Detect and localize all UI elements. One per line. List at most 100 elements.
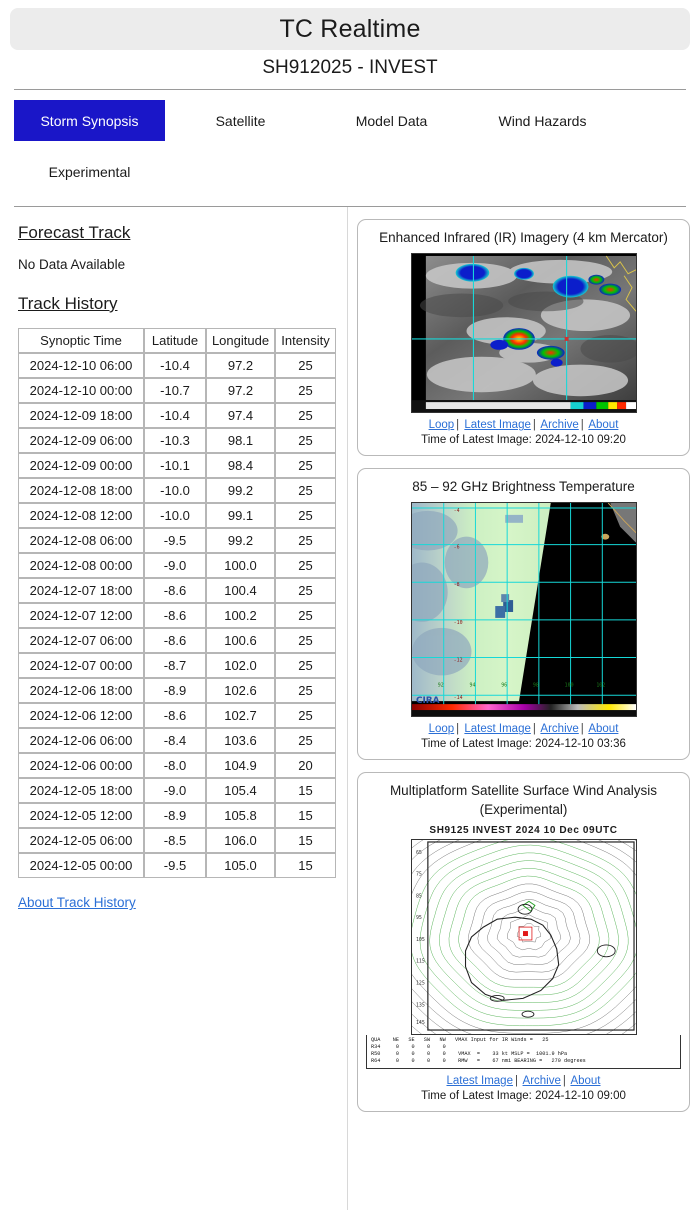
cell-latitude: -8.9 (144, 678, 206, 703)
cell-latitude: -9.5 (144, 528, 206, 553)
panel-subtitle-multiplatform-wind: SH9125 INVEST 2024 10 Dec 09UTC (429, 824, 618, 836)
cell-latitude: -10.4 (144, 403, 206, 428)
cell-intensity: 25 (275, 403, 336, 428)
cell-synoptic-time: 2024-12-07 18:00 (18, 578, 144, 603)
link-loop-ir[interactable]: Loop (429, 419, 455, 431)
tab-experimental[interactable]: Experimental (14, 151, 165, 192)
table-row: 2024-12-05 18:00 -9.0 105.4 15 (18, 778, 336, 803)
link-about-wind[interactable]: About (570, 1075, 600, 1087)
table-row: 2024-12-09 00:00 -10.1 98.4 25 (18, 453, 336, 478)
panel-title-multiplatform-wind: Multiplatform Satellite Surface Wind Ana… (389, 783, 658, 817)
forecast-track-no-data: No Data Available (18, 257, 126, 272)
timestamp-multiplatform-wind: Time of Latest Image: 2024-12-10 09:00 (421, 1089, 626, 1102)
panel-title-microwave: 85 – 92 GHz Brightness Temperature (412, 479, 635, 495)
cell-intensity: 25 (275, 528, 336, 553)
cell-latitude: -10.4 (144, 353, 206, 378)
cell-intensity: 25 (275, 678, 336, 703)
cell-synoptic-time: 2024-12-09 18:00 (18, 403, 144, 428)
svg-text:-6: -6 (453, 545, 459, 551)
cell-intensity: 25 (275, 503, 336, 528)
cell-synoptic-time: 2024-12-10 06:00 (18, 353, 144, 378)
cell-longitude: 102.0 (206, 653, 275, 678)
table-row: 2024-12-05 06:00 -8.5 106.0 15 (18, 828, 336, 853)
tab-satellite[interactable]: Satellite (165, 100, 316, 141)
link-archive-microwave[interactable]: Archive (540, 723, 578, 735)
link-loop-microwave[interactable]: Loop (429, 723, 455, 735)
cell-intensity: 15 (275, 828, 336, 853)
wind-analysis-stats: QUA NE SE SW NW VMAX Input for IR Winds … (366, 1034, 681, 1069)
svg-text:95: 95 (415, 915, 421, 921)
table-row: 2024-12-07 06:00 -8.6 100.6 25 (18, 628, 336, 653)
svg-text:98: 98 (532, 683, 538, 689)
link-about-ir[interactable]: About (588, 419, 618, 431)
cell-synoptic-time: 2024-12-05 00:00 (18, 853, 144, 878)
cell-intensity: 25 (275, 428, 336, 453)
tab-bar-row-2: Experimental (0, 141, 700, 192)
link-archive-wind[interactable]: Archive (523, 1075, 561, 1087)
tab-storm-synopsis[interactable]: Storm Synopsis (14, 100, 165, 141)
table-row: 2024-12-08 00:00 -9.0 100.0 25 (18, 553, 336, 578)
panel-links-multiplatform-wind: Latest Image | Archive | About (446, 1074, 601, 1087)
enhanced-ir-satellite-image[interactable] (410, 253, 637, 414)
svg-text:-14: -14 (453, 696, 462, 702)
svg-text:96: 96 (501, 683, 507, 689)
cell-longitude: 100.4 (206, 578, 275, 603)
link-archive-ir[interactable]: Archive (540, 419, 578, 431)
table-row: 2024-12-08 06:00 -9.5 99.2 25 (18, 528, 336, 553)
cell-intensity: 25 (275, 378, 336, 403)
about-track-history-link[interactable]: About Track History (18, 895, 136, 910)
table-row: 2024-12-08 12:00 -10.0 99.1 25 (18, 503, 336, 528)
panel-multiplatform-wind: Multiplatform Satellite Surface Wind Ana… (357, 772, 690, 1112)
link-about-microwave[interactable]: About (588, 723, 618, 735)
storm-id-label: SH912025 - INVEST (262, 57, 438, 78)
svg-text:-12: -12 (453, 658, 462, 664)
cell-synoptic-time: 2024-12-08 18:00 (18, 478, 144, 503)
link-latest-image-wind[interactable]: Latest Image (446, 1075, 512, 1087)
cell-longitude: 105.4 (206, 778, 275, 803)
cell-intensity: 25 (275, 703, 336, 728)
tab-wind-hazards[interactable]: Wind Hazards (467, 100, 618, 141)
cell-latitude: -10.0 (144, 478, 206, 503)
track-history-table-head: Synoptic Time Latitude Longitude Intensi… (18, 328, 336, 353)
svg-text:125: 125 (415, 980, 424, 986)
link-latest-image-ir[interactable]: Latest Image (464, 419, 530, 431)
cell-synoptic-time: 2024-12-07 06:00 (18, 628, 144, 653)
table-row: 2024-12-08 18:00 -10.0 99.2 25 (18, 478, 336, 503)
cell-intensity: 25 (275, 653, 336, 678)
table-row: 2024-12-05 00:00 -9.5 105.0 15 (18, 853, 336, 878)
cell-intensity: 25 (275, 628, 336, 653)
microwave-brightness-image[interactable]: -4-6-8 -10-12-14 92 94 96 98 100 102 CIRA (410, 502, 637, 718)
cell-longitude: 98.4 (206, 453, 275, 478)
svg-text:85: 85 (415, 893, 421, 899)
cell-synoptic-time: 2024-12-06 00:00 (18, 753, 144, 778)
column-header-latitude: Latitude (144, 328, 206, 353)
cell-longitude: 100.6 (206, 628, 275, 653)
cell-intensity: 25 (275, 478, 336, 503)
right-column: Enhanced Infrared (IR) Imagery (4 km Mer… (348, 207, 700, 1124)
cell-synoptic-time: 2024-12-09 06:00 (18, 428, 144, 453)
cell-latitude: -10.0 (144, 503, 206, 528)
table-row: 2024-12-05 12:00 -8.9 105.8 15 (18, 803, 336, 828)
cell-latitude: -9.0 (144, 553, 206, 578)
panel-title-enhanced-ir: Enhanced Infrared (IR) Imagery (4 km Mer… (379, 230, 668, 245)
multiplatform-wind-analysis-image[interactable]: 65 75 85 95 105 115 125 135 145 (410, 838, 637, 1035)
svg-text:94: 94 (469, 683, 475, 689)
timestamp-microwave: Time of Latest Image: 2024-12-10 03:36 (421, 738, 626, 751)
cell-latitude: -10.3 (144, 428, 206, 453)
table-row: 2024-12-09 06:00 -10.3 98.1 25 (18, 428, 336, 453)
cell-intensity: 25 (275, 353, 336, 378)
cell-latitude: -8.6 (144, 703, 206, 728)
tab-model-data[interactable]: Model Data (316, 100, 467, 141)
cell-synoptic-time: 2024-12-05 18:00 (18, 778, 144, 803)
cell-latitude: -10.7 (144, 378, 206, 403)
table-row: 2024-12-10 00:00 -10.7 97.2 25 (18, 378, 336, 403)
cell-longitude: 99.2 (206, 528, 275, 553)
svg-text:100: 100 (564, 683, 573, 689)
storm-subtitle-row: SH912025 - INVEST (0, 50, 700, 89)
svg-text:65: 65 (415, 850, 421, 856)
cell-latitude: -8.6 (144, 603, 206, 628)
svg-text:145: 145 (415, 1020, 424, 1026)
link-latest-image-microwave[interactable]: Latest Image (464, 723, 530, 735)
table-row: 2024-12-07 12:00 -8.6 100.2 25 (18, 603, 336, 628)
svg-text:115: 115 (415, 959, 424, 965)
